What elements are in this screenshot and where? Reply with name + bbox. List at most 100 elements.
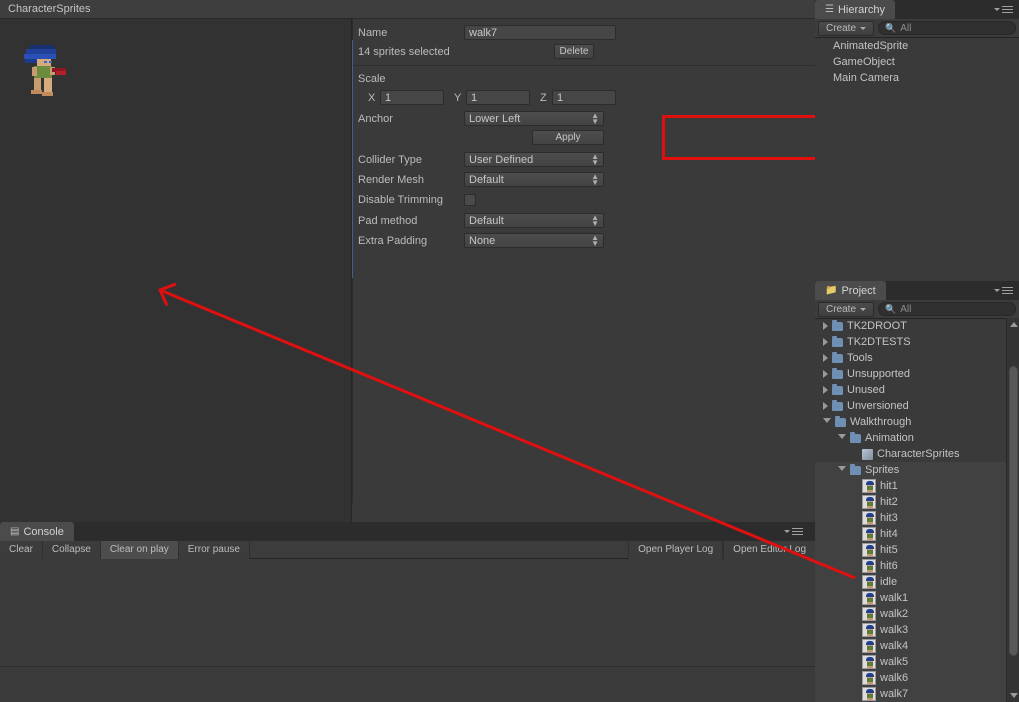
chevron-down-icon[interactable] bbox=[838, 465, 846, 475]
chevron-right-icon[interactable] bbox=[823, 322, 828, 330]
extra-padding-value: None bbox=[469, 234, 496, 247]
open-player-log-button[interactable]: Open Player Log bbox=[628, 540, 724, 559]
delete-button[interactable]: Delete bbox=[554, 44, 594, 59]
project-tree-item[interactable]: Unused bbox=[815, 382, 1006, 398]
disable-trimming-checkbox[interactable] bbox=[464, 193, 476, 206]
project-tree-item[interactable]: hit2 bbox=[815, 494, 1006, 510]
project-tree-item[interactable]: hit6 bbox=[815, 558, 1006, 574]
project-tree-item[interactable]: walk4 bbox=[815, 638, 1006, 654]
project-tree-item[interactable]: walk5 bbox=[815, 654, 1006, 670]
project-tree-item[interactable]: TK2DTESTS bbox=[815, 334, 1006, 350]
project-tree-item-label: idle bbox=[880, 576, 898, 588]
project-tree-item[interactable]: Tools bbox=[815, 350, 1006, 366]
project-scrollbar[interactable] bbox=[1006, 318, 1019, 702]
scale-y-field[interactable]: 1 bbox=[466, 90, 530, 105]
project-panel-menu-icon[interactable] bbox=[994, 287, 1013, 294]
sprite-thumbnail-icon bbox=[862, 479, 876, 493]
scroll-up-arrow-icon[interactable] bbox=[1010, 322, 1018, 327]
create-button-hierarchy[interactable]: Create bbox=[818, 20, 875, 36]
pad-method-dropdown[interactable]: Default ▲ ▼ bbox=[464, 213, 604, 228]
scale-label: Scale bbox=[358, 72, 386, 85]
project-tree-item-label: walk2 bbox=[880, 608, 909, 620]
tab-console[interactable]: ▤ Console bbox=[0, 522, 74, 541]
console-log-area[interactable] bbox=[0, 559, 815, 702]
project-tree-item[interactable]: hit1 bbox=[815, 478, 1006, 494]
project-tree-item[interactable]: walk7 bbox=[815, 686, 1006, 702]
render-mesh-dropdown[interactable]: Default ▲ ▼ bbox=[464, 172, 604, 187]
chevron-down-icon bbox=[860, 307, 867, 311]
project-tree-item[interactable]: walk1 bbox=[815, 590, 1006, 606]
project-tree-item[interactable]: TK2DROOT bbox=[815, 318, 1006, 334]
name-field[interactable]: walk7 bbox=[464, 25, 616, 40]
sprite-thumbnail-icon bbox=[862, 591, 876, 605]
tab-project[interactable]: 📁 Project bbox=[815, 281, 886, 300]
extra-padding-dropdown[interactable]: None ▲ ▼ bbox=[464, 233, 604, 248]
project-tree-item-label: hit5 bbox=[880, 544, 898, 556]
hierarchy-search-input[interactable]: 🔍 All bbox=[878, 21, 1016, 35]
chevron-down-icon bbox=[860, 26, 867, 30]
project-tree-item[interactable]: Unversioned bbox=[815, 398, 1006, 414]
hierarchy-item[interactable]: GameObject bbox=[815, 54, 1019, 70]
console-clear-on-play-button[interactable]: Clear on play bbox=[100, 540, 179, 559]
project-tree-item[interactable]: walk6 bbox=[815, 670, 1006, 686]
chevron-right-icon[interactable] bbox=[823, 338, 828, 346]
console-panel: ▤ Console Clear Collapse Clear on play E… bbox=[0, 522, 815, 702]
project-scroll-thumb[interactable] bbox=[1009, 366, 1018, 656]
list-icon: ☰ bbox=[825, 4, 834, 15]
project-tree-item-label: walk7 bbox=[880, 688, 909, 700]
hierarchy-item[interactable]: Main Camera bbox=[815, 70, 1019, 86]
project-tree-item[interactable]: walk2 bbox=[815, 606, 1006, 622]
hierarchy-tabstrip: ☰ Hierarchy bbox=[815, 0, 1019, 19]
scale-z-field[interactable]: 1 bbox=[552, 90, 616, 105]
project-tree-item-label: TK2DTESTS bbox=[847, 336, 911, 348]
apply-button[interactable]: Apply bbox=[532, 130, 604, 145]
console-clear-button[interactable]: Clear bbox=[0, 540, 43, 559]
project-tree-item[interactable]: Walkthrough bbox=[815, 414, 1006, 430]
project-tree-item[interactable]: idle bbox=[815, 574, 1006, 590]
anchor-dropdown[interactable]: Lower Left ▲ ▼ bbox=[464, 111, 604, 126]
prefab-cube-icon bbox=[862, 448, 873, 460]
console-collapse-button[interactable]: Collapse bbox=[42, 540, 101, 559]
hierarchy-item[interactable]: AnimatedSprite bbox=[815, 38, 1019, 54]
project-tree-item[interactable]: hit3 bbox=[815, 510, 1006, 526]
hierarchy-item-label: GameObject bbox=[833, 56, 895, 68]
updown-arrows-icon: ▲ ▼ bbox=[591, 172, 599, 187]
hierarchy-tree[interactable]: AnimatedSprite GameObject Main Camera bbox=[815, 38, 1019, 281]
console-tabstrip: ▤ Console bbox=[0, 522, 815, 541]
scale-x-field[interactable]: 1 bbox=[380, 90, 444, 105]
console-error-pause-button[interactable]: Error pause bbox=[178, 540, 250, 559]
chevron-right-icon[interactable] bbox=[823, 354, 828, 362]
project-search-input[interactable]: 🔍 All bbox=[878, 302, 1016, 316]
updown-arrows-icon: ▲ ▼ bbox=[591, 233, 599, 248]
folder-icon bbox=[835, 415, 846, 427]
hierarchy-panel-menu-icon[interactable] bbox=[994, 6, 1013, 13]
tab-hierarchy[interactable]: ☰ Hierarchy bbox=[815, 0, 896, 19]
chevron-right-icon[interactable] bbox=[823, 370, 828, 378]
project-tree[interactable]: TK2DROOT TK2DTESTS Tools Unsupported Unused U… bbox=[815, 318, 1006, 702]
project-tree-item[interactable]: walk3 bbox=[815, 622, 1006, 638]
sprite-thumbnail-icon bbox=[862, 559, 876, 573]
sprite-thumbnail-icon bbox=[862, 639, 876, 653]
search-icon: 🔍 bbox=[885, 303, 897, 314]
project-tree-item-label: walk5 bbox=[880, 656, 909, 668]
chevron-down-icon[interactable] bbox=[838, 433, 846, 443]
project-tree-item-label: walk6 bbox=[880, 672, 909, 684]
collider-type-dropdown[interactable]: User Defined ▲ ▼ bbox=[464, 152, 604, 167]
project-tree-item[interactable]: Animation bbox=[815, 430, 1006, 446]
search-icon: 🔍 bbox=[885, 22, 897, 33]
project-tree-item[interactable]: Unsupported bbox=[815, 366, 1006, 382]
chevron-right-icon[interactable] bbox=[823, 402, 828, 410]
project-tree-item[interactable]: Sprites bbox=[815, 462, 1006, 478]
chevron-down-icon[interactable] bbox=[823, 417, 831, 427]
hierarchy-item-label: AnimatedSprite bbox=[833, 40, 909, 52]
project-tree-item[interactable]: hit4 bbox=[815, 526, 1006, 542]
open-editor-log-button[interactable]: Open Editor Log bbox=[723, 540, 815, 559]
create-button-project[interactable]: Create bbox=[818, 301, 875, 317]
scroll-down-arrow-icon[interactable] bbox=[1010, 693, 1018, 698]
sprite-preview-image bbox=[22, 41, 82, 107]
chevron-right-icon[interactable] bbox=[823, 386, 828, 394]
disable-trimming-label: Disable Trimming bbox=[358, 193, 443, 206]
project-tree-item[interactable]: hit5 bbox=[815, 542, 1006, 558]
project-tree-item[interactable]: CharacterSprites bbox=[815, 446, 1006, 462]
console-panel-menu-icon[interactable] bbox=[784, 528, 803, 535]
